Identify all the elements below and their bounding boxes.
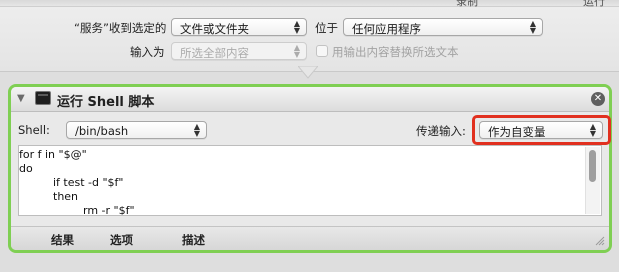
script-line: if test -d "$f" — [53, 176, 124, 189]
up-down-arrows-icon: ▲ ▼ — [293, 19, 300, 35]
tab-options[interactable]: 选项 — [110, 232, 133, 248]
run-button-label[interactable]: 运行 — [583, 0, 605, 9]
close-icon[interactable]: ✕ — [591, 92, 605, 106]
record-button-label[interactable]: 录制 — [456, 0, 478, 9]
replace-selection-label: 用输出内容替换所选文本 — [332, 45, 459, 59]
application-value: 任何应用程序 — [352, 22, 421, 36]
input-is-value: 所选全部内容 — [180, 46, 249, 60]
resize-grip-icon[interactable] — [595, 236, 605, 246]
script-line: then — [53, 190, 79, 203]
input-is-label: 输入为 — [130, 45, 165, 59]
input-is-popup[interactable]: 所选全部内容 ▲ ▼ — [171, 42, 307, 60]
application-popup[interactable]: 任何应用程序 ▲ ▼ — [343, 18, 543, 36]
replace-selection-checkbox[interactable] — [316, 45, 328, 57]
service-settings-panel: 录制 运行 “服务”收到选定的 文件或文件夹 ▲ ▼ 位于 任何应用程序 ▲ ▼ 输… — [0, 0, 619, 72]
in-label: 位于 — [315, 21, 338, 35]
scrollbar-thumb[interactable] — [589, 150, 596, 182]
script-line: rm -r "$f" — [83, 204, 135, 216]
shell-popup[interactable]: /bin/bash ▲ ▼ — [66, 121, 207, 139]
connector-notch-icon — [298, 66, 318, 79]
up-down-arrows-icon: ▲ ▼ — [293, 43, 300, 59]
action-footer: 结果 选项 描述 — [11, 226, 609, 250]
script-line: do — [19, 162, 33, 175]
up-down-arrows-icon: ▲ ▼ — [529, 19, 536, 35]
script-editor[interactable]: for f in "$@" do if test -d "$f" then rm… — [18, 145, 602, 216]
up-down-arrows-icon: ▲ ▼ — [193, 122, 200, 138]
terminal-icon — [35, 91, 51, 105]
receives-value: 文件或文件夹 — [180, 22, 249, 36]
shell-label: Shell: — [18, 123, 50, 137]
script-scrollbar[interactable] — [585, 147, 600, 214]
script-line: for f in "$@" — [19, 148, 87, 161]
receives-label: “服务”收到选定的 — [74, 21, 167, 35]
receives-popup[interactable]: 文件或文件夹 ▲ ▼ — [171, 18, 307, 36]
disclosure-triangle-icon[interactable]: ▼ — [17, 93, 25, 104]
toolbar-sliver: 录制 运行 — [0, 0, 619, 9]
tab-results[interactable]: 结果 — [51, 232, 74, 248]
pass-input-label: 传递输入: — [416, 124, 466, 138]
action-title: 运行 Shell 脚本 — [57, 95, 155, 110]
highlight-annotation — [472, 115, 611, 145]
tab-description[interactable]: 描述 — [182, 232, 205, 248]
shell-value: /bin/bash — [75, 124, 129, 138]
run-shell-script-action: ▼ 运行 Shell 脚本 ✕ Shell: /bin/bash ▲ ▼ 传递输入… — [8, 84, 612, 253]
action-header: ▼ 运行 Shell 脚本 ✕ — [11, 87, 609, 112]
